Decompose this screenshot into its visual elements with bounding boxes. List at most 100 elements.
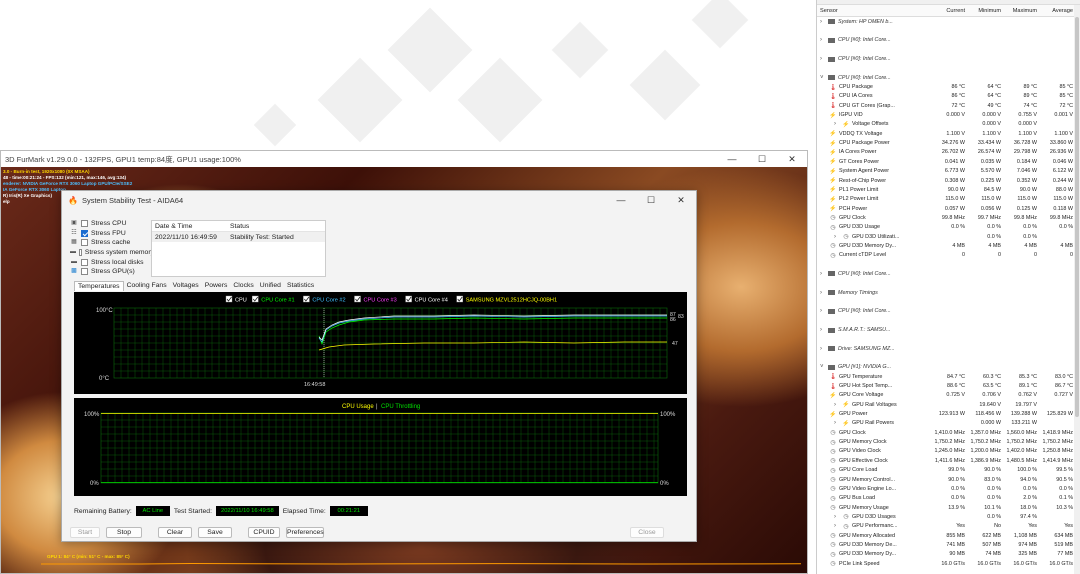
sensor-row[interactable]: › ◷ GPU D3D Utilizati... 0.0 % 0.0 %: [817, 232, 1080, 241]
chevron-right-icon[interactable]: ›: [834, 523, 842, 529]
sensor-row[interactable]: ◷ GPU Clock 1,410.0 MHz 1,357.0 MHz 1,560.0 …: [817, 428, 1080, 437]
sensor-row[interactable]: ◷ GPU D3D Memory Dy... 4 MB 4 MB 4 MB 4 MB: [817, 241, 1080, 250]
sensor-row[interactable]: ◷ GPU Video Clock 1,245.0 MHz 1,200.0 MHz 1,…: [817, 447, 1080, 456]
stress-fpu-option[interactable]: ☷ Stress FPU: [70, 229, 154, 239]
close-icon[interactable]: ✕: [666, 195, 696, 206]
hwinfo-scrollbar[interactable]: [1074, 5, 1080, 574]
table-row[interactable]: 2022/11/10 16:49:59 Stability Test: Star…: [152, 232, 325, 242]
chevron-right-icon[interactable]: ›: [834, 402, 842, 408]
stop-button[interactable]: Stop: [106, 527, 142, 538]
tab-powers[interactable]: Powers: [202, 281, 231, 291]
sensor-row[interactable]: ⚡ GPU Core Voltage 0.725 V 0.706 V 0.762 V 0.…: [817, 391, 1080, 400]
stress-fpu-checkbox[interactable]: [81, 229, 88, 237]
tab-unified[interactable]: Unified: [257, 281, 284, 291]
sensor-row[interactable]: ◷ PCIe Link Speed 16.0 GT/s 16.0 GT/s 16.0 G…: [817, 559, 1080, 568]
sensor-row[interactable]: ◷ GPU D3D Memory De... 741 MB 507 MB 974 MB 5…: [817, 540, 1080, 549]
chevron-right-icon[interactable]: ›: [820, 56, 828, 62]
preferences-button[interactable]: Preferences: [286, 527, 324, 538]
sensor-group[interactable]: › CPU [#0]: Intel Core...: [817, 307, 1080, 316]
sensor-group[interactable]: › CPU [#0]: Intel Core...: [817, 36, 1080, 45]
minimize-icon[interactable]: —: [717, 154, 747, 165]
tab-temperatures[interactable]: Temperatures: [74, 281, 124, 291]
chevron-right-icon[interactable]: ›: [820, 346, 828, 352]
sensor-row[interactable]: ⚡ IGPU VID 0.000 V 0.000 V 0.755 V 0.001 V: [817, 110, 1080, 119]
sensor-row[interactable]: ◷ GPU Memory Usage 13.9 % 10.1 % 18.0 % 10.3 …: [817, 503, 1080, 512]
sensor-row[interactable]: ◷ GPU Clock 99.8 MHz 99.7 MHz 99.8 MHz 99.8 M…: [817, 213, 1080, 222]
sensor-row[interactable]: ⚡ System Agent Power 6.773 W 5.570 W 7.046 W…: [817, 167, 1080, 176]
chevron-right-icon[interactable]: ›: [834, 234, 842, 240]
sensor-row[interactable]: ⚡ GT Cores Power 0.041 W 0.035 W 0.184 W 0.04…: [817, 157, 1080, 166]
sensor-row[interactable]: 🌡 CPU IA Cores 86 °C 64 °C 89 °C 85 °C: [817, 92, 1080, 101]
sensor-row[interactable]: ◷ GPU Core Load 99.0 % 90.0 % 100.0 % 99.5 %: [817, 466, 1080, 475]
chevron-right-icon[interactable]: ›: [820, 308, 828, 314]
save-button[interactable]: Save: [198, 527, 232, 538]
sensor-row[interactable]: › ◷ GPU D3D Usages 0.0 % 97.4 %: [817, 512, 1080, 521]
start-button[interactable]: Start: [70, 527, 100, 538]
sensor-group[interactable]: ˅ CPU [#0]: Intel Core...: [817, 73, 1080, 82]
sensor-group[interactable]: › Memory Timings: [817, 288, 1080, 297]
stress-disk-option[interactable]: ▬ Stress local disks: [70, 257, 154, 267]
sensor-row[interactable]: ◷ GPU Bus Load 0.0 % 0.0 % 2.0 % 0.1 %: [817, 494, 1080, 503]
chevron-right-icon[interactable]: ›: [820, 327, 828, 333]
col-average[interactable]: Average: [1039, 8, 1075, 14]
sensor-group[interactable]: › Drive: SAMSUNG MZ...: [817, 344, 1080, 353]
stress-cache-option[interactable]: ▦ Stress cache: [70, 238, 154, 248]
stress-memory-option[interactable]: ▬ Stress system memory: [70, 248, 154, 258]
chevron-right-icon[interactable]: ›: [834, 420, 842, 426]
sensor-row[interactable]: ⚡ PL2 Power Limit 115.0 W 115.0 W 115.0 W 115…: [817, 195, 1080, 204]
sensor-row[interactable]: ◷ GPU D3D Usage 0.0 % 0.0 % 0.0 % 0.0 %: [817, 223, 1080, 232]
scrollbar-thumb[interactable]: [1075, 17, 1079, 417]
sensor-group[interactable]: › CPU [#0]: Intel Core...: [817, 269, 1080, 278]
tab-cooling-fans[interactable]: Cooling Fans: [124, 281, 170, 291]
sensor-row[interactable]: ⚡ PCH Power 0.057 W 0.056 W 0.125 W 0.118 W: [817, 204, 1080, 213]
chevron-down-icon[interactable]: ˅: [820, 75, 828, 81]
chevron-right-icon[interactable]: ›: [820, 271, 828, 277]
col-current[interactable]: Current: [931, 8, 967, 14]
sensor-row[interactable]: › ◷ GPU Performanc... Yes No Yes Yes: [817, 522, 1080, 531]
stress-cpu-checkbox[interactable]: [81, 220, 88, 228]
sensor-row[interactable]: ⚡ IA Cores Power 26.702 W 26.574 W 29.798 W 2…: [817, 148, 1080, 157]
furmark-titlebar[interactable]: 3D FurMark v1.29.0.0 - 132FPS, GPU1 temp…: [1, 151, 807, 167]
stress-disk-checkbox[interactable]: [81, 258, 88, 266]
hwinfo-window[interactable]: Sensor Current Minimum Maximum Average ›…: [816, 0, 1080, 574]
maximize-icon[interactable]: ☐: [747, 154, 777, 165]
tab-statistics[interactable]: Statistics: [284, 281, 317, 291]
sensor-row[interactable]: ⚡ CPU Package Power 34.276 W 33.434 W 36.728…: [817, 138, 1080, 147]
stress-gpu-option[interactable]: ▩ Stress GPU(s): [70, 267, 154, 277]
sensor-group[interactable]: › S.M.A.R.T.: SAMSU...: [817, 325, 1080, 334]
sensor-row[interactable]: ◷ GPU Memory Clock 1,750.2 MHz 1,750.2 MHz 1…: [817, 437, 1080, 446]
sensor-row[interactable]: ⚡ GPU Power 123.913 W 118.456 W 139.288 W 125…: [817, 409, 1080, 418]
col-sensor[interactable]: Sensor: [817, 8, 931, 14]
chevron-right-icon[interactable]: ›: [820, 37, 828, 43]
tab-voltages[interactable]: Voltages: [170, 281, 202, 291]
stress-cpu-option[interactable]: ▣ Stress CPU: [70, 219, 154, 229]
stress-memory-checkbox[interactable]: [79, 249, 82, 257]
sensor-row[interactable]: ◷ GPU Memory Allocated 855 MB 622 MB 1,108 M…: [817, 531, 1080, 540]
maximize-icon[interactable]: ☐: [636, 195, 666, 206]
sensor-row[interactable]: ◷ GPU Effective Clock 1,411.6 MHz 1,386.9 M…: [817, 456, 1080, 465]
stress-gpu-checkbox[interactable]: [81, 268, 88, 276]
sensor-row[interactable]: 🌡 GPU Temperature 84.7 °C 60.3 °C 85.3 °C 83.…: [817, 372, 1080, 381]
sensor-row[interactable]: ⚡ PL1 Power Limit 90.0 W 84.5 W 90.0 W 88.0 W: [817, 185, 1080, 194]
chevron-down-icon[interactable]: ˅: [820, 364, 828, 370]
sensor-group[interactable]: › CPU [#0]: Intel Core...: [817, 54, 1080, 63]
sensor-row[interactable]: ⚡ VDDQ TX Voltage 1.100 V 1.100 V 1.100 V 1.1…: [817, 129, 1080, 138]
chevron-right-icon[interactable]: ›: [820, 290, 828, 296]
sensor-row[interactable]: ⚡ Rest-of-Chip Power 0.308 W 0.225 W 0.352 W…: [817, 176, 1080, 185]
sensor-group[interactable]: › System: HP OMEN b...: [817, 17, 1080, 26]
chevron-right-icon[interactable]: ›: [834, 514, 842, 520]
sensor-row[interactable]: › ⚡ Voltage Offsets 0.000 V 0.000 V: [817, 120, 1080, 129]
sensor-row[interactable]: ◷ GPU Video Engine Lo... 0.0 % 0.0 % 0.0 % 0.…: [817, 484, 1080, 493]
chevron-right-icon[interactable]: ›: [834, 121, 842, 127]
chevron-right-icon[interactable]: ›: [820, 19, 828, 25]
sensor-row[interactable]: ◷ GPU Memory Control... 90.0 % 83.0 % 94.0 %…: [817, 475, 1080, 484]
aida-titlebar[interactable]: 🔥 System Stability Test - AIDA64 — ☐ ✕: [62, 191, 696, 209]
clear-button[interactable]: Clear: [158, 527, 192, 538]
sensor-row[interactable]: 🌡 GPU Hot Spot Temp... 88.6 °C 63.5 °C 89.1 …: [817, 381, 1080, 390]
minimize-icon[interactable]: —: [606, 195, 636, 206]
col-minimum[interactable]: Minimum: [967, 8, 1003, 14]
sensor-row[interactable]: 🌡 CPU GT Cores (Grap... 72 °C 49 °C 74 °C 72 …: [817, 101, 1080, 110]
cpuid-button[interactable]: CPUID: [248, 527, 280, 538]
col-maximum[interactable]: Maximum: [1003, 8, 1039, 14]
sensor-row[interactable]: 🌡 CPU Package 86 °C 64 °C 89 °C 85 °C: [817, 82, 1080, 91]
